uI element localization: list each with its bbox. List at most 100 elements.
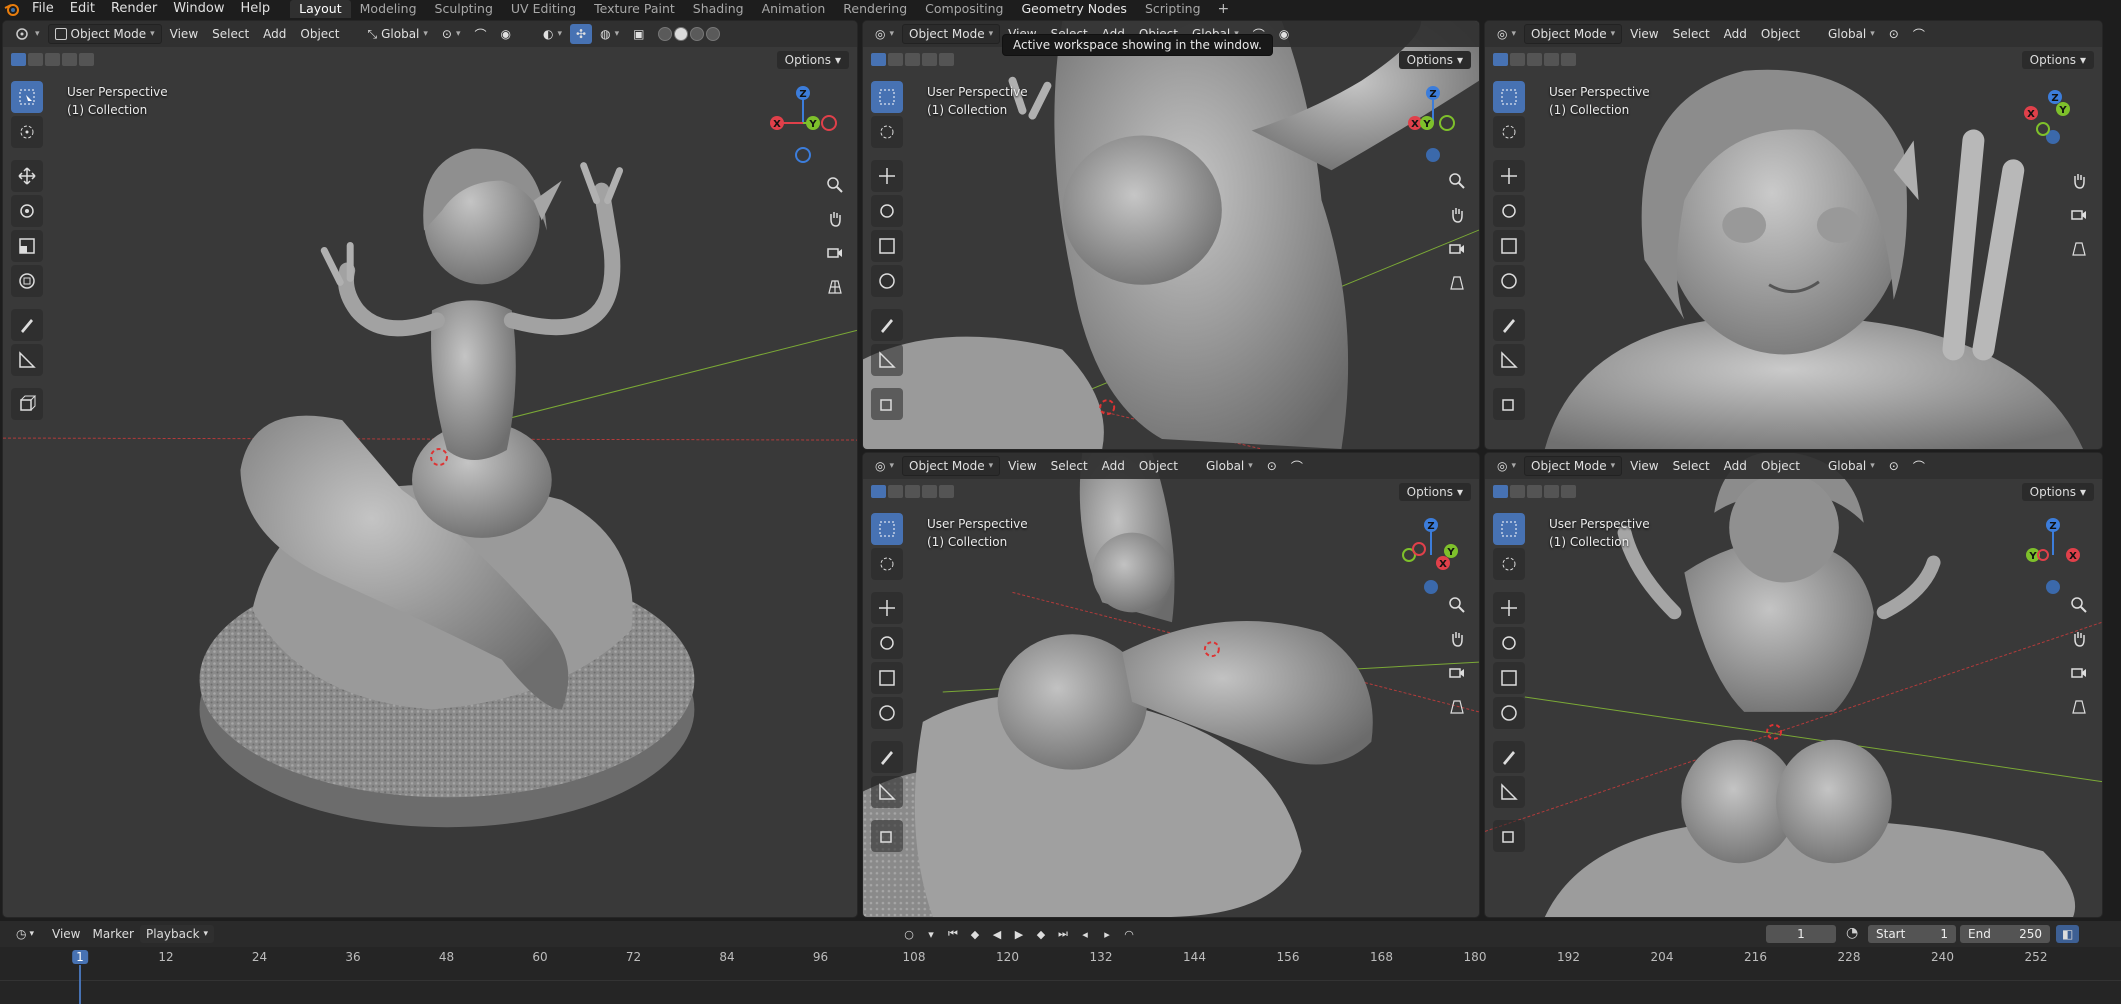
options-dropdown[interactable]: Options ▾ bbox=[1398, 483, 1471, 501]
rotate-tool-icon[interactable] bbox=[1493, 627, 1525, 659]
tab-uv-editing[interactable]: UV Editing bbox=[502, 0, 585, 18]
perspective-toggle-icon[interactable] bbox=[2067, 695, 2091, 719]
move-tool-icon[interactable] bbox=[871, 160, 903, 192]
preview-range-icon[interactable]: ◔ bbox=[1846, 925, 1858, 941]
navigation-gizmo[interactable]: Z X Y bbox=[1393, 83, 1473, 163]
viewport-top-right[interactable]: ◎ ▾ Object Mode ▾ View Select Add Object G… bbox=[1484, 20, 2103, 450]
select-subtract-icon[interactable] bbox=[1527, 52, 1542, 66]
select-new-icon[interactable] bbox=[1493, 52, 1508, 66]
tab-layout[interactable]: Layout bbox=[290, 0, 351, 18]
select-invert-icon[interactable] bbox=[1544, 484, 1559, 498]
transform-tool-icon[interactable] bbox=[871, 697, 903, 729]
timeline-area[interactable]: 1 12 24 36 48 60 72 84 96 108 120 132 144 156 168 180 19… bbox=[0, 947, 2121, 1004]
annotate-tool-icon[interactable] bbox=[11, 309, 43, 341]
object-menu[interactable]: Object bbox=[1133, 456, 1184, 476]
camera-view-icon[interactable] bbox=[823, 241, 847, 265]
add-cube-tool-icon[interactable] bbox=[1493, 388, 1525, 420]
pivot-icon[interactable]: ⊙ bbox=[1883, 24, 1905, 44]
select-new-icon[interactable] bbox=[1493, 484, 1508, 498]
menu-file[interactable]: File bbox=[24, 0, 62, 18]
measure-tool-icon[interactable] bbox=[871, 344, 903, 376]
transform-tool-icon[interactable] bbox=[871, 265, 903, 297]
zoom-icon[interactable] bbox=[1445, 593, 1469, 617]
viewport-bottom-right[interactable]: ◎ ▾ Object Mode ▾ View Select Add Object G… bbox=[1484, 452, 2103, 918]
cursor-tool-icon[interactable] bbox=[11, 116, 43, 148]
rotate-tool-icon[interactable] bbox=[871, 627, 903, 659]
select-intersect-icon[interactable] bbox=[1561, 52, 1576, 66]
menu-render[interactable]: Render bbox=[103, 0, 165, 18]
select-invert-icon[interactable] bbox=[1544, 52, 1559, 66]
transform-orientation-dropdown[interactable]: Global▾ bbox=[1822, 456, 1881, 476]
tab-scripting[interactable]: Scripting bbox=[1136, 0, 1210, 18]
rotate-tool-icon[interactable] bbox=[1493, 195, 1525, 227]
transform-tool-icon[interactable] bbox=[11, 265, 43, 297]
playhead[interactable] bbox=[79, 965, 81, 1004]
select-box-tool-icon[interactable] bbox=[871, 513, 903, 545]
scale-tool-icon[interactable] bbox=[1493, 662, 1525, 694]
play-reverse-icon[interactable]: ◀ bbox=[988, 925, 1006, 943]
perspective-toggle-icon[interactable] bbox=[823, 275, 847, 299]
options-dropdown[interactable]: Options ▾ bbox=[2021, 51, 2094, 69]
viewport-bottom-middle[interactable]: ◎ ▾ Object Mode ▾ View Select Add Object G… bbox=[862, 452, 1480, 918]
scale-tool-icon[interactable] bbox=[1493, 230, 1525, 262]
next-frame-icon[interactable]: ▸ bbox=[1098, 925, 1116, 943]
next-keyframe-icon[interactable]: ◆ bbox=[1032, 925, 1050, 943]
select-intersect-icon[interactable] bbox=[939, 52, 954, 66]
select-intersect-icon[interactable] bbox=[79, 52, 94, 66]
object-mode-dropdown[interactable]: Object Mode ▾ bbox=[47, 24, 162, 44]
tab-texture-paint[interactable]: Texture Paint bbox=[585, 0, 684, 18]
rendered-shading-icon[interactable] bbox=[706, 27, 721, 41]
proportional-edit-icon[interactable]: ◉ bbox=[495, 24, 517, 44]
visibility-icon[interactable]: ◐ ▾ bbox=[537, 24, 568, 44]
camera-view-icon[interactable] bbox=[1445, 661, 1469, 685]
select-extend-icon[interactable] bbox=[28, 52, 43, 66]
end-frame-field[interactable]: End 250 bbox=[1960, 925, 2050, 943]
select-subtract-icon[interactable] bbox=[1527, 484, 1542, 498]
cursor-tool-icon[interactable] bbox=[871, 116, 903, 148]
tab-geometry-nodes[interactable]: Geometry Nodes bbox=[1013, 0, 1136, 18]
cursor-tool-icon[interactable] bbox=[1493, 116, 1525, 148]
select-menu[interactable]: Select bbox=[1045, 456, 1094, 476]
select-menu[interactable]: Select bbox=[1667, 24, 1716, 44]
select-box-tool-icon[interactable] bbox=[1493, 513, 1525, 545]
editor-type-button[interactable]: ◎ ▾ bbox=[1491, 24, 1522, 44]
cursor-tool-icon[interactable] bbox=[1493, 548, 1525, 580]
object-mode-dropdown[interactable]: Object Mode ▾ bbox=[1524, 456, 1623, 476]
object-mode-dropdown[interactable]: Object Mode ▾ bbox=[902, 456, 1001, 476]
measure-tool-icon[interactable] bbox=[1493, 776, 1525, 808]
move-tool-icon[interactable] bbox=[871, 592, 903, 624]
editor-type-button[interactable]: ◎ ▾ bbox=[869, 456, 900, 476]
wireframe-shading-icon[interactable] bbox=[658, 27, 673, 41]
perspective-toggle-icon[interactable] bbox=[1445, 271, 1469, 295]
pan-hand-icon[interactable] bbox=[823, 207, 847, 231]
add-menu[interactable]: Add bbox=[1096, 456, 1131, 476]
object-menu[interactable]: Object bbox=[1755, 24, 1806, 44]
select-invert-icon[interactable] bbox=[922, 52, 937, 66]
transform-orientation-dropdown[interactable]: ⤡ Global ▾ bbox=[362, 24, 434, 44]
blender-logo-icon[interactable] bbox=[0, 0, 24, 18]
pan-hand-icon[interactable] bbox=[2067, 627, 2091, 651]
menu-help[interactable]: Help bbox=[233, 0, 279, 18]
perspective-toggle-icon[interactable] bbox=[1445, 695, 1469, 719]
snap-icon[interactable]: ⌒ bbox=[1907, 24, 1931, 44]
pan-hand-icon[interactable] bbox=[1445, 627, 1469, 651]
select-new-icon[interactable] bbox=[871, 52, 886, 66]
annotate-tool-icon[interactable] bbox=[871, 741, 903, 773]
select-box-tool-icon[interactable] bbox=[11, 81, 43, 113]
pivot-icon[interactable]: ⊙ bbox=[1883, 456, 1905, 476]
timeline-editor-icon[interactable]: ◷ ▾ bbox=[10, 925, 40, 943]
gizmo-toggle-icon[interactable]: ✣ bbox=[570, 24, 593, 44]
add-menu[interactable]: Add bbox=[257, 24, 292, 44]
menu-window[interactable]: Window bbox=[165, 0, 232, 18]
move-tool-icon[interactable] bbox=[1493, 160, 1525, 192]
navigation-gizmo[interactable]: Z X Y bbox=[2007, 83, 2087, 163]
select-extend-icon[interactable] bbox=[888, 484, 903, 498]
snap-icon[interactable]: ⌒ bbox=[1907, 456, 1931, 476]
snap-icon[interactable]: ⌒ bbox=[1285, 456, 1309, 476]
rotate-tool-icon[interactable] bbox=[11, 195, 43, 227]
playback-dropdown[interactable]: Playback ▾ bbox=[139, 925, 215, 943]
tab-rendering[interactable]: Rendering bbox=[834, 0, 916, 18]
scale-tool-icon[interactable] bbox=[11, 230, 43, 262]
editor-type-button[interactable]: ▾ bbox=[9, 24, 46, 44]
view-menu[interactable]: View bbox=[1624, 456, 1664, 476]
